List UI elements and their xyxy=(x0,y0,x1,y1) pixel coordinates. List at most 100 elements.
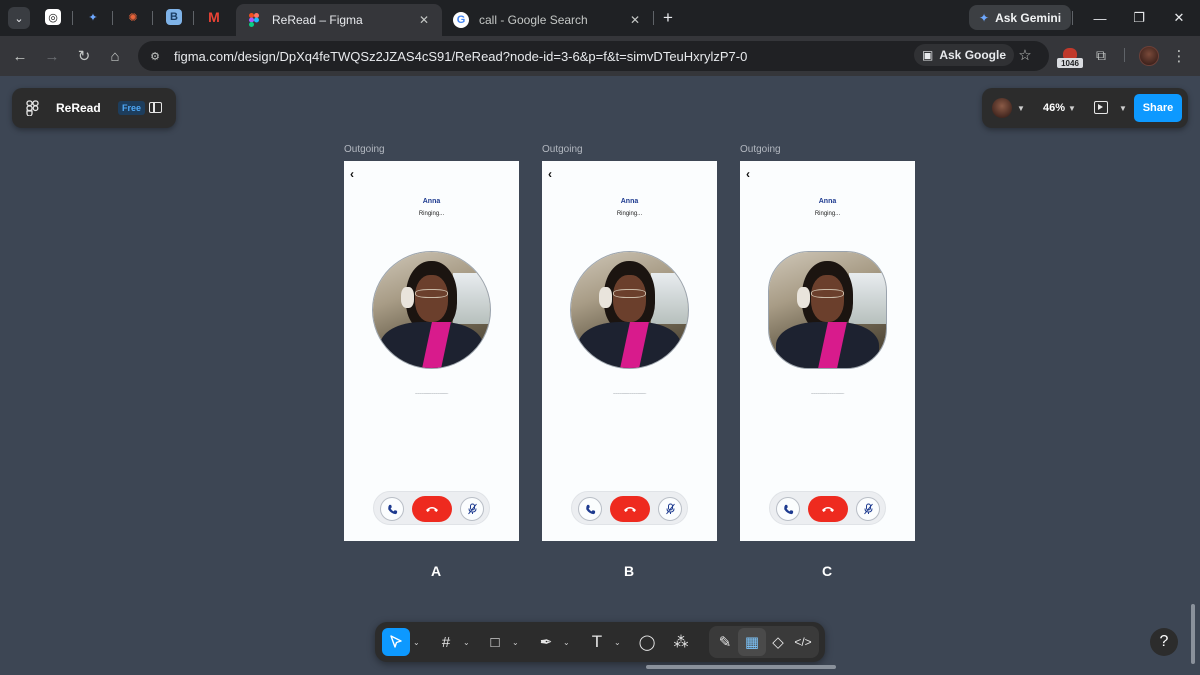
dev-mode-button[interactable]: </> xyxy=(789,628,817,656)
chevron-down-icon[interactable]: ⌄ xyxy=(463,638,470,647)
plus-icon: + xyxy=(663,8,673,27)
present-icon[interactable] xyxy=(1094,101,1108,114)
restore-icon: ❐ xyxy=(1133,10,1145,25)
outgoing-call-frame[interactable]: ‹ Anna Ringing............................… xyxy=(740,161,915,541)
figma-file-panel: ReRead Free xyxy=(12,88,176,128)
outgoing-call-frame[interactable]: ‹ Anna Ringing............................… xyxy=(542,161,717,541)
zoom-level[interactable]: 46% xyxy=(1043,102,1065,114)
comment-icon: ◯ xyxy=(638,634,656,651)
ask-gemini-button[interactable]: ✦ Ask Gemini xyxy=(969,5,1072,30)
vertical-scrollbar[interactable] xyxy=(1191,604,1195,664)
extension-badge-count: 1046 xyxy=(1057,58,1083,68)
end-call-button[interactable] xyxy=(610,496,650,522)
chevron-down-icon[interactable]: ⌄ xyxy=(614,638,621,647)
reload-button[interactable]: ↻ xyxy=(74,46,94,66)
call-timer-placeholder: ............................... xyxy=(612,390,647,396)
actions-tool-button[interactable]: ⁂ xyxy=(667,628,695,656)
share-button[interactable]: Share xyxy=(1134,94,1182,122)
pinned-tab-claude[interactable]: ✺ xyxy=(125,9,141,25)
extension-button[interactable]: 1046 xyxy=(1057,46,1083,68)
speaker-button[interactable] xyxy=(578,497,602,521)
speaker-button[interactable] xyxy=(380,497,404,521)
call-status: Ringing... xyxy=(616,211,643,217)
phone-icon xyxy=(783,504,793,514)
browser-tab-strip: ⌄ ◎ ✦ ✺ B M ReRead – Figma ✕ G call - Go… xyxy=(0,0,1200,36)
ask-google-label: Ask Google xyxy=(939,48,1007,62)
ask-google-button[interactable]: ▣ Ask Google xyxy=(914,44,1015,66)
speaker-button[interactable] xyxy=(776,497,800,521)
reload-icon: ↻ xyxy=(77,48,91,65)
draw-icon: ✎ xyxy=(718,634,732,651)
back-chevron-icon[interactable]: ‹ xyxy=(548,167,558,181)
pinned-tab-chatgpt[interactable]: ◎ xyxy=(45,9,61,25)
home-icon: ⌂ xyxy=(110,47,120,65)
pen-tool-button[interactable]: ✒ xyxy=(532,628,560,656)
horizontal-scrollbar[interactable] xyxy=(646,665,836,669)
address-bar[interactable]: ⚙ figma.com/design/DpXq4feTWQSz2JZAS4cS9… xyxy=(138,41,1049,71)
gmail-icon: M xyxy=(208,9,220,25)
extensions-puzzle-icon[interactable]: ⧉ xyxy=(1092,46,1110,64)
chevron-down-icon[interactable]: ▼ xyxy=(1017,104,1025,113)
shape-tool-button[interactable]: □ xyxy=(481,628,509,656)
bookmark-star-icon[interactable]: ☆ xyxy=(1016,46,1034,64)
comment-tool-button[interactable]: ◯ xyxy=(633,628,661,656)
tab-title: ReRead – Figma xyxy=(272,13,363,27)
mute-button[interactable] xyxy=(658,497,682,521)
tab-search-button[interactable]: ⌄ xyxy=(8,7,30,29)
frame-label[interactable]: Outgoing xyxy=(344,144,385,155)
pinned-tab-gemini[interactable]: ✦ xyxy=(85,9,101,25)
text-tool-button[interactable]: T xyxy=(583,628,611,656)
microphone-off-icon xyxy=(467,503,477,515)
forward-button[interactable]: → xyxy=(42,46,62,66)
outgoing-call-frame[interactable]: ‹ Anna Ringing............................… xyxy=(344,161,519,541)
chevron-down-icon[interactable]: ⌄ xyxy=(563,638,570,647)
mute-button[interactable] xyxy=(856,497,880,521)
design-mode-button[interactable]: ▦ xyxy=(738,628,766,656)
chevron-down-icon[interactable]: ▼ xyxy=(1119,104,1127,113)
variant-label: C xyxy=(822,563,833,579)
components-button[interactable]: ◇ xyxy=(764,628,792,656)
move-tool-button[interactable] xyxy=(382,628,410,656)
app-logo-icon: B xyxy=(170,11,178,23)
restore-button[interactable]: ❐ xyxy=(1130,9,1148,27)
frame-label[interactable]: Outgoing xyxy=(542,144,583,155)
minimize-button[interactable]: — xyxy=(1091,9,1109,27)
end-call-button[interactable] xyxy=(412,496,452,522)
end-call-button[interactable] xyxy=(808,496,848,522)
chevron-down-icon[interactable]: ⌄ xyxy=(512,638,519,647)
new-tab-button[interactable]: + xyxy=(659,8,677,27)
chevron-down-icon[interactable]: ⌄ xyxy=(413,638,420,647)
user-avatar[interactable] xyxy=(992,98,1012,118)
back-chevron-icon[interactable]: ‹ xyxy=(350,167,360,181)
browser-toolbar: ← → ↻ ⌂ ⚙ figma.com/design/DpXq4feTWQSz2… xyxy=(0,36,1200,76)
chevron-down-icon: ⌄ xyxy=(14,12,24,25)
close-icon[interactable]: ✕ xyxy=(416,12,432,28)
file-name[interactable]: ReRead xyxy=(56,101,101,115)
figma-logo-icon[interactable] xyxy=(26,100,40,116)
back-chevron-icon[interactable]: ‹ xyxy=(746,167,756,181)
rectangle-icon: □ xyxy=(490,633,500,651)
tab-google-search[interactable]: G call - Google Search ✕ xyxy=(443,4,653,36)
sidebar-toggle-icon[interactable] xyxy=(149,102,162,113)
toolbar-separator xyxy=(1124,48,1125,62)
frame-label[interactable]: Outgoing xyxy=(740,144,781,155)
site-info-icon[interactable]: ⚙ xyxy=(148,49,162,63)
caller-photo xyxy=(372,251,491,369)
variant-label: B xyxy=(624,563,635,579)
tab-figma[interactable]: ReRead – Figma ✕ xyxy=(236,4,442,36)
help-button[interactable]: ? xyxy=(1150,628,1178,656)
frame-tool-button[interactable]: # xyxy=(432,628,460,656)
home-button[interactable]: ⌂ xyxy=(105,46,125,66)
mute-button[interactable] xyxy=(460,497,484,521)
back-button[interactable]: ← xyxy=(10,46,30,66)
chevron-down-icon[interactable]: ▼ xyxy=(1068,104,1076,113)
pinned-tab-gmail[interactable]: M xyxy=(206,9,222,25)
close-window-button[interactable]: ✕ xyxy=(1170,9,1188,27)
profile-avatar[interactable] xyxy=(1139,46,1159,66)
close-icon[interactable]: ✕ xyxy=(627,12,643,28)
frame-icon: # xyxy=(441,633,451,651)
draw-mode-button[interactable]: ✎ xyxy=(711,628,739,656)
more-menu-icon[interactable]: ⋮ xyxy=(1171,46,1187,66)
plan-badge[interactable]: Free xyxy=(118,101,146,115)
pinned-tab-app[interactable]: B xyxy=(166,9,182,25)
